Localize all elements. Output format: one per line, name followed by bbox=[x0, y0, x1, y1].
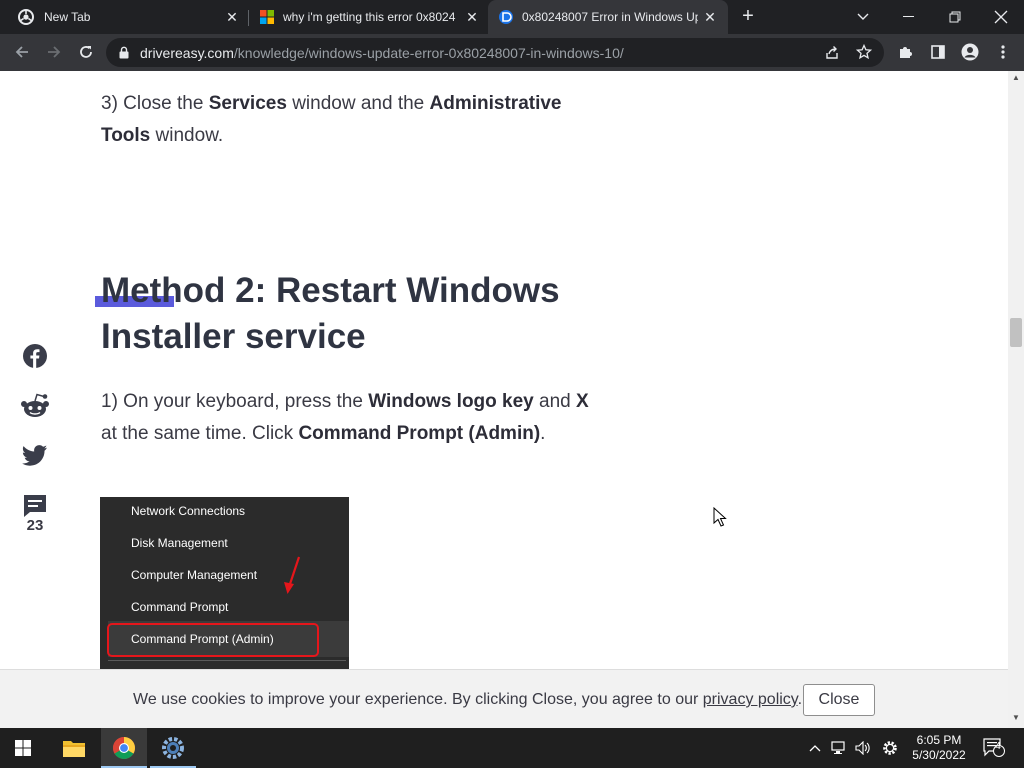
url-path: /knowledge/windows-update-error-0x802480… bbox=[233, 45, 624, 61]
side-panel-icon[interactable] bbox=[928, 42, 948, 62]
text-run: at the same time. Click bbox=[101, 423, 299, 444]
close-tab-icon[interactable]: ✕ bbox=[464, 9, 480, 25]
article-page: 3) Close the Services window and the Adm… bbox=[0, 71, 1008, 669]
scroll-up-icon[interactable]: ▲ bbox=[1011, 74, 1021, 82]
close-tab-icon[interactable]: ✕ bbox=[702, 9, 718, 25]
chrome-taskbar-icon[interactable] bbox=[101, 728, 147, 768]
twitter-share-icon[interactable] bbox=[20, 441, 50, 471]
text-run: 1) On your keyboard, press the bbox=[101, 391, 369, 412]
chrome-icon bbox=[18, 9, 34, 25]
menu-divider bbox=[108, 660, 346, 661]
forward-arrow-icon[interactable] bbox=[42, 40, 66, 64]
menu-item: Computer Management bbox=[131, 568, 258, 582]
text-run: 3) Close the bbox=[101, 93, 209, 114]
text-run: window. bbox=[150, 125, 224, 146]
tab-drivereasy-active[interactable]: 0x80248007 Error in Windows Up ✕ bbox=[488, 0, 728, 34]
restore-icon[interactable] bbox=[932, 0, 978, 34]
page-scrollbar[interactable] bbox=[1008, 71, 1024, 728]
browser-toolbar: drivereasy.com/knowledge/windows-update-… bbox=[0, 34, 1024, 71]
close-window-icon[interactable] bbox=[978, 0, 1024, 34]
tab-microsoft-answers[interactable]: why i'm getting this error 0x8024 ✕ bbox=[249, 0, 488, 34]
tab-strip: New Tab ✕ why i'm getting this error 0x8… bbox=[0, 0, 1024, 34]
windows-taskbar: 6:05 PM 5/30/2022 4 bbox=[0, 728, 1024, 768]
bold-text: Command Prompt (Admin) bbox=[298, 423, 541, 444]
privacy-policy-link[interactable]: privacy policy bbox=[703, 691, 798, 708]
windows-start-icon[interactable] bbox=[0, 728, 46, 768]
winx-menu-screenshot: Network Connections Disk Management Comp… bbox=[100, 497, 349, 669]
cookie-banner: We use cookies to improve your experienc… bbox=[0, 669, 1008, 728]
url-text: drivereasy.com/knowledge/windows-update-… bbox=[140, 45, 624, 61]
menu-item: Disk Management bbox=[131, 536, 228, 550]
menu-item: Command Prompt bbox=[131, 600, 229, 614]
bold-text: Services bbox=[208, 93, 287, 114]
share-page-icon[interactable] bbox=[822, 42, 842, 62]
drivereasy-icon bbox=[499, 10, 513, 24]
menu-item: Network Connections bbox=[131, 504, 246, 518]
reload-icon[interactable] bbox=[74, 40, 98, 64]
step-3-paragraph: 3) Close the Services window and the Adm… bbox=[101, 88, 601, 152]
url-host: drivereasy.com bbox=[140, 45, 234, 61]
text-run: and bbox=[533, 391, 577, 412]
lock-icon bbox=[119, 46, 129, 59]
cookie-message: We use cookies to improve your experienc… bbox=[133, 690, 802, 710]
facebook-share-icon[interactable] bbox=[20, 341, 50, 371]
tab-title: 0x80248007 Error in Windows Up bbox=[522, 10, 698, 24]
highlight-box bbox=[107, 623, 319, 657]
step-1-paragraph: 1) On your keyboard, press the Windows l… bbox=[101, 386, 601, 450]
cookie-text-end: . bbox=[797, 691, 803, 708]
address-bar[interactable]: drivereasy.com/knowledge/windows-update-… bbox=[106, 38, 884, 67]
clock-date: 5/30/2022 bbox=[912, 748, 966, 762]
extensions-puzzle-icon[interactable] bbox=[896, 42, 916, 62]
gear-tray-icon[interactable] bbox=[878, 728, 902, 768]
tab-new-tab[interactable]: New Tab ✕ bbox=[0, 0, 248, 34]
new-tab-icon[interactable]: + bbox=[738, 6, 758, 27]
reddit-share-icon[interactable] bbox=[20, 391, 50, 421]
back-arrow-icon[interactable] bbox=[10, 40, 34, 64]
scroll-thumb[interactable] bbox=[1010, 318, 1022, 347]
bookmark-star-icon[interactable] bbox=[854, 42, 874, 62]
show-hidden-icons-icon[interactable] bbox=[806, 728, 824, 768]
text-run: window and the bbox=[286, 93, 430, 114]
scroll-down-icon[interactable]: ▼ bbox=[1011, 714, 1021, 722]
comments-count: 23 bbox=[26, 517, 44, 534]
profile-avatar-icon[interactable] bbox=[960, 42, 980, 62]
red-arrow-icon bbox=[284, 556, 301, 594]
settings-taskbar-icon[interactable] bbox=[150, 728, 196, 768]
close-tab-icon[interactable]: ✕ bbox=[224, 9, 240, 25]
microsoft-icon bbox=[260, 10, 274, 24]
tab-title: why i'm getting this error 0x8024 bbox=[283, 10, 456, 24]
bold-text: X bbox=[576, 391, 589, 412]
notification-center-icon[interactable]: 4 bbox=[980, 728, 1008, 768]
method-heading: Method 2: Restart Windows Installer serv… bbox=[101, 271, 560, 356]
browser-menu-icon[interactable] bbox=[993, 42, 1013, 62]
text-run: . bbox=[540, 423, 546, 444]
minimize-icon[interactable] bbox=[886, 0, 932, 34]
notification-count: 4 bbox=[995, 741, 1001, 752]
clock-time: 6:05 PM bbox=[916, 733, 962, 747]
cookie-close-button[interactable]: Close bbox=[803, 684, 875, 716]
tab-title: New Tab bbox=[44, 10, 91, 24]
cookie-text: We use cookies to improve your experienc… bbox=[133, 691, 703, 708]
volume-icon[interactable] bbox=[852, 728, 874, 768]
bold-text: Windows logo key bbox=[368, 391, 534, 412]
tab-search-icon[interactable] bbox=[840, 0, 886, 34]
network-icon[interactable] bbox=[828, 728, 850, 768]
mouse-cursor-icon bbox=[713, 507, 727, 527]
file-explorer-icon[interactable] bbox=[51, 728, 97, 768]
system-clock[interactable]: 6:05 PM 5/30/2022 bbox=[906, 733, 972, 763]
